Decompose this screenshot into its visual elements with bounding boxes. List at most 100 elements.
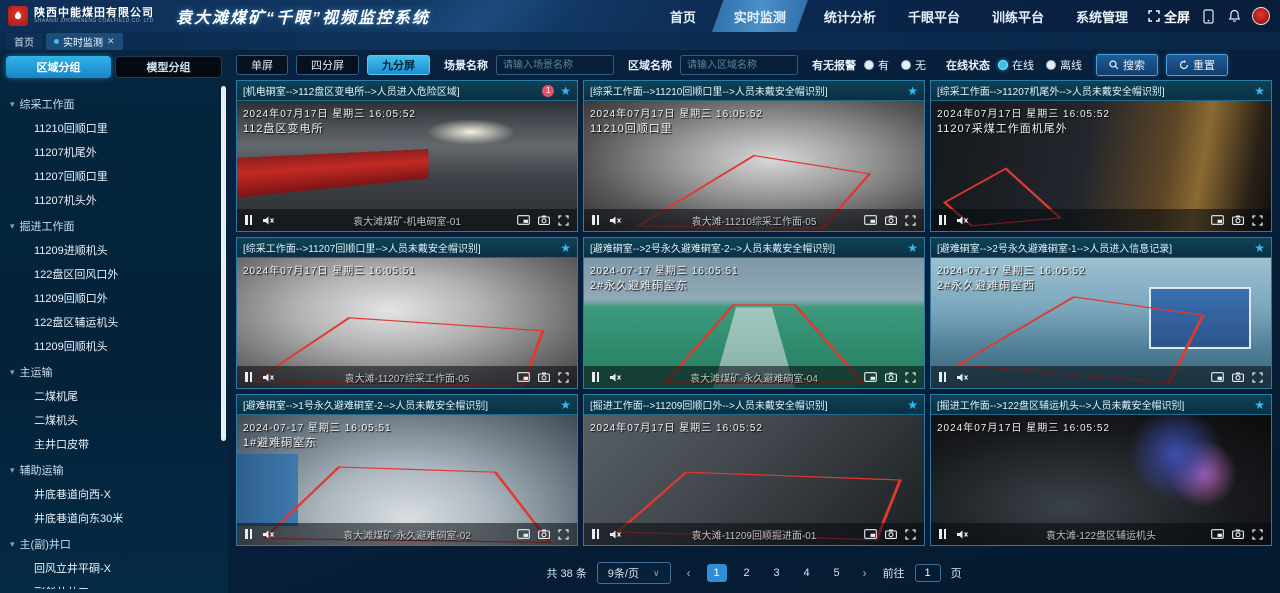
page-1-button[interactable]: 1 xyxy=(707,564,727,582)
snapshot-icon[interactable] xyxy=(885,372,897,382)
tree-item[interactable]: 122盘区回风口外 xyxy=(10,262,222,286)
cell-fullscreen-icon[interactable] xyxy=(1252,372,1263,383)
notification-button[interactable] xyxy=(1226,8,1242,24)
tree-item[interactable]: 11209回顺口外 xyxy=(10,286,222,310)
video-feed[interactable]: 2024年07月17日 星期三 16:05:51 袁大滩-11207综采工作面-… xyxy=(237,258,577,388)
nav-training-platform[interactable]: 训练平台 xyxy=(976,0,1060,32)
page-3-button[interactable]: 3 xyxy=(767,564,787,582)
view-nine-button[interactable]: 九分屏 xyxy=(367,55,430,75)
snapshot-icon[interactable] xyxy=(885,529,897,539)
next-page-button[interactable]: › xyxy=(857,566,873,580)
alarm-no-radio[interactable]: 无 xyxy=(901,57,926,73)
favorite-star-icon[interactable]: ★ xyxy=(907,399,918,411)
tree-item[interactable]: 11209回顺机头 xyxy=(10,334,222,358)
tree-item[interactable]: 11207回顺口里 xyxy=(10,164,222,188)
tree-group-excavation-face[interactable]: ▾ 掘进工作面 xyxy=(10,214,222,238)
pip-icon[interactable] xyxy=(517,529,530,539)
cell-fullscreen-icon[interactable] xyxy=(905,215,916,226)
favorite-star-icon[interactable]: ★ xyxy=(1254,85,1265,97)
mute-icon[interactable] xyxy=(956,215,969,226)
video-feed[interactable]: 2024-07-17 星期三 16:05:52 2#永久避难硐室西 xyxy=(931,258,1271,388)
cell-fullscreen-icon[interactable] xyxy=(558,215,569,226)
snapshot-icon[interactable] xyxy=(1232,529,1244,539)
tree-item[interactable]: 122盘区辅运机头 xyxy=(10,310,222,334)
nav-home[interactable]: 首页 xyxy=(654,0,712,32)
page-size-select[interactable]: 9条/页 ∨ xyxy=(597,562,671,584)
video-feed[interactable]: 2024年07月17日 星期三 16:05:52 袁大滩-122盘区辅运机头 xyxy=(931,415,1271,545)
tree-group-main-shaft[interactable]: ▾ 主(副)井口 xyxy=(10,532,222,556)
snapshot-icon[interactable] xyxy=(538,215,550,225)
favorite-star-icon[interactable]: ★ xyxy=(1254,399,1265,411)
mute-icon[interactable] xyxy=(262,372,275,383)
tree-item[interactable]: 11207机尾外 xyxy=(10,140,222,164)
pause-icon[interactable] xyxy=(245,215,252,225)
offline-radio[interactable]: 离线 xyxy=(1046,57,1082,73)
pause-icon[interactable] xyxy=(592,529,599,539)
video-feed[interactable]: 2024-07-17 星期三 16:05:51 2#永久避难硐室东 袁大滩煤矿-… xyxy=(584,258,924,388)
cell-fullscreen-icon[interactable] xyxy=(905,372,916,383)
snapshot-icon[interactable] xyxy=(538,529,550,539)
mute-icon[interactable] xyxy=(956,372,969,383)
tree-item[interactable]: 副斜井井口 xyxy=(10,580,222,589)
mute-icon[interactable] xyxy=(609,372,622,383)
search-button[interactable]: 搜索 xyxy=(1096,54,1158,76)
pip-icon[interactable] xyxy=(1211,529,1224,539)
mobile-app-button[interactable] xyxy=(1200,8,1216,24)
nav-realtime-monitor[interactable]: 实时监测 xyxy=(712,0,808,32)
tree-item[interactable]: 11207机头外 xyxy=(10,188,222,212)
page-2-button[interactable]: 2 xyxy=(737,564,757,582)
nav-statistics[interactable]: 统计分析 xyxy=(808,0,892,32)
mute-icon[interactable] xyxy=(609,529,622,540)
goto-page-input[interactable] xyxy=(915,564,941,582)
nav-system-management[interactable]: 系统管理 xyxy=(1060,0,1144,32)
favorite-star-icon[interactable]: ★ xyxy=(1254,242,1265,254)
nav-qianyan-platform[interactable]: 千眼平台 xyxy=(892,0,976,32)
pause-icon[interactable] xyxy=(245,372,252,382)
tree-item[interactable]: 二煤机尾 xyxy=(10,384,222,408)
prev-page-button[interactable]: ‹ xyxy=(681,566,697,580)
tree-item[interactable]: 井底巷道向西-X xyxy=(10,482,222,506)
fullscreen-button[interactable]: 全屏 xyxy=(1148,7,1190,26)
video-feed[interactable]: 2024-07-17 星期三 16:05:51 1#避难硐室东 袁大滩煤矿-永久… xyxy=(237,415,577,545)
alarm-yes-radio[interactable]: 有 xyxy=(864,57,889,73)
pause-icon[interactable] xyxy=(939,372,946,382)
pip-icon[interactable] xyxy=(1211,372,1224,382)
cell-fullscreen-icon[interactable] xyxy=(1252,215,1263,226)
cell-fullscreen-icon[interactable] xyxy=(558,372,569,383)
user-avatar[interactable] xyxy=(1252,7,1270,25)
page-5-button[interactable]: 5 xyxy=(827,564,847,582)
video-feed[interactable]: 2024年07月17日 星期三 16:05:52 袁大滩-11209回顺掘进面-… xyxy=(584,415,924,545)
pip-icon[interactable] xyxy=(864,215,877,225)
favorite-star-icon[interactable]: ★ xyxy=(560,242,571,254)
favorite-star-icon[interactable]: ★ xyxy=(560,399,571,411)
snapshot-icon[interactable] xyxy=(1232,372,1244,382)
snapshot-icon[interactable] xyxy=(538,372,550,382)
tree-item[interactable]: 二煤机头 xyxy=(10,408,222,432)
pip-icon[interactable] xyxy=(864,372,877,382)
online-radio[interactable]: 在线 xyxy=(998,57,1034,73)
tab-realtime-monitor[interactable]: 实时监测 ✕ xyxy=(46,33,123,50)
sidebar-scrollbar[interactable] xyxy=(221,86,226,441)
snapshot-icon[interactable] xyxy=(885,215,897,225)
reset-button[interactable]: 重置 xyxy=(1166,54,1228,76)
tree-item[interactable]: 井底巷道向东30米 xyxy=(10,506,222,530)
mute-icon[interactable] xyxy=(956,529,969,540)
video-feed[interactable]: 2024年07月17日 星期三 16:05:52 11207采煤工作面机尾外 xyxy=(931,101,1271,231)
tab-close-icon[interactable]: ✕ xyxy=(107,36,115,47)
cell-fullscreen-icon[interactable] xyxy=(558,529,569,540)
favorite-star-icon[interactable]: ★ xyxy=(907,85,918,97)
tab-home[interactable]: 首页 xyxy=(6,33,42,50)
cell-fullscreen-icon[interactable] xyxy=(905,529,916,540)
tree-item[interactable]: 主井口皮带 xyxy=(10,432,222,456)
pip-icon[interactable] xyxy=(517,215,530,225)
pause-icon[interactable] xyxy=(592,372,599,382)
pause-icon[interactable] xyxy=(245,529,252,539)
sidebar-tab-model-group[interactable]: 模型分组 xyxy=(115,56,222,78)
scene-name-input[interactable] xyxy=(496,55,614,75)
tree-item[interactable]: 回风立井平硐-X xyxy=(10,556,222,580)
snapshot-icon[interactable] xyxy=(1232,215,1244,225)
favorite-star-icon[interactable]: ★ xyxy=(560,85,571,97)
tree-item[interactable]: 11210回顺口里 xyxy=(10,116,222,140)
cell-fullscreen-icon[interactable] xyxy=(1252,529,1263,540)
pause-icon[interactable] xyxy=(939,529,946,539)
